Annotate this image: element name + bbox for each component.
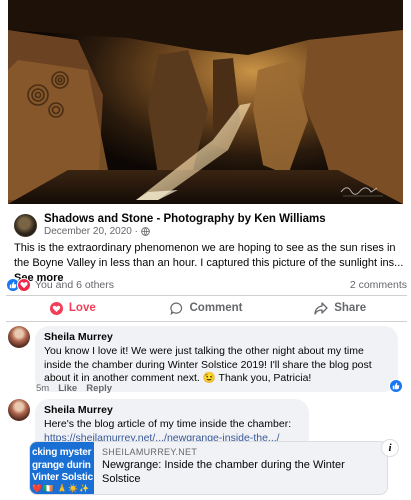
post-actions: Love Comment Share	[6, 296, 407, 320]
thumbnail-text: cking myster	[32, 447, 92, 458]
reaction-icons[interactable]: You and 6 others	[6, 278, 114, 292]
page-avatar[interactable]	[14, 213, 37, 237]
post-meta: December 20, 2020 ·	[44, 226, 326, 237]
post-body: This is the extraordinary phenomenon we …	[14, 242, 404, 269]
comment-button[interactable]: Comment	[140, 296, 274, 320]
comment-text: Here's the blog article of my time insid…	[44, 418, 292, 430]
comment-label: Comment	[189, 302, 243, 314]
comment-like-button[interactable]: Like	[58, 383, 77, 394]
comment-text: You know I love it! We were just talking…	[44, 345, 372, 384]
post-photo[interactable]	[8, 0, 403, 204]
love-button[interactable]: Love	[6, 296, 140, 320]
reactions-summary: You and 6 others 2 comments	[6, 277, 407, 293]
share-label: Share	[334, 302, 367, 314]
comment-reply-button[interactable]: Reply	[86, 383, 112, 394]
love-icon	[17, 278, 31, 292]
post-header: Shadows and Stone - Photography by Ken W…	[14, 211, 401, 239]
link-preview-card[interactable]: cking myster grange durin Vinter Solstic…	[29, 441, 388, 495]
globe-icon	[141, 227, 150, 237]
comment-footer: 5m Like Reply	[36, 383, 112, 394]
heart-icon	[49, 301, 63, 315]
comment-author[interactable]: Sheila Murrey	[44, 331, 389, 343]
info-icon[interactable]: i	[381, 439, 399, 457]
link-preview-thumbnail: cking myster grange durin Vinter Solstic…	[30, 442, 94, 494]
signature-watermark	[340, 187, 383, 197]
comment-icon	[170, 302, 183, 315]
post-date[interactable]: December 20, 2020 ·	[44, 226, 138, 237]
page-name[interactable]: Shadows and Stone - Photography by Ken W…	[44, 213, 326, 226]
share-button[interactable]: Share	[273, 296, 407, 320]
love-label: Love	[68, 302, 96, 314]
thumbnail-text: grange durin	[32, 460, 91, 471]
thumbnail-text: Vinter Solstic	[32, 472, 93, 483]
link-preview-body: SHEILAMURREY.NET Newgrange: Inside the c…	[94, 442, 387, 494]
avatar[interactable]	[8, 326, 30, 348]
comment-like-icon[interactable]	[389, 379, 403, 393]
avatar[interactable]	[8, 399, 30, 421]
comment-time[interactable]: 5m	[36, 383, 49, 394]
link-preview-domain: SHEILAMURREY.NET	[102, 447, 198, 457]
share-icon	[314, 301, 328, 315]
comments-count[interactable]: 2 comments	[350, 279, 407, 291]
divider	[6, 321, 407, 322]
reaction-count[interactable]: You and 6 others	[35, 279, 114, 291]
comment-bubble: Sheila Murrey You know I love it! We wer…	[35, 326, 398, 392]
comment: Sheila Murrey You know I love it! We wer…	[8, 326, 398, 392]
comment-author[interactable]: Sheila Murrey	[44, 404, 300, 416]
thumbnail-emojis: ❤️🇮🇪 🙏☀️✨	[32, 484, 91, 493]
link-preview-title: Newgrange: Inside the chamber during the…	[102, 459, 345, 485]
